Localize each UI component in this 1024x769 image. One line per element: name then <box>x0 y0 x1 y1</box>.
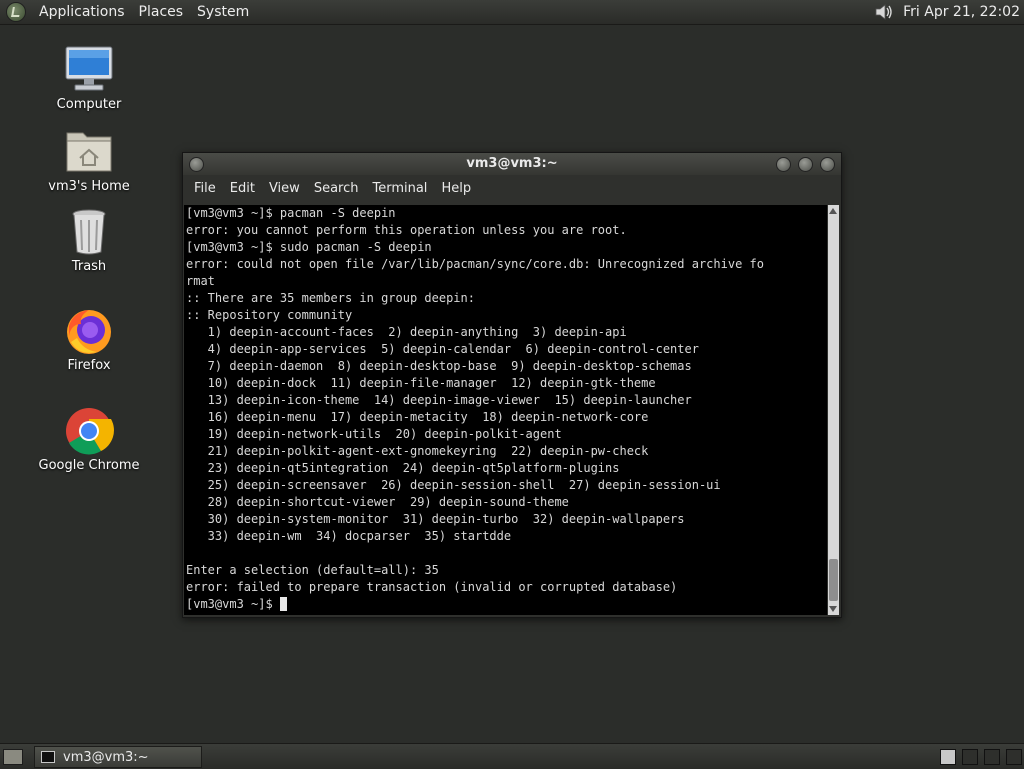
scroll-up-arrow-icon[interactable] <box>829 208 837 214</box>
desktop-icon-home[interactable]: vm3's Home <box>34 127 144 194</box>
terminal-window[interactable]: vm3@vm3:~ File Edit View Search Terminal… <box>182 152 842 618</box>
terminal-line: :: Repository community <box>186 308 353 322</box>
desktop-icon-trash[interactable]: Trash <box>34 207 144 274</box>
volume-icon[interactable] <box>873 2 895 22</box>
desktop-icon-label: Computer <box>56 97 122 112</box>
terminal-line: 19) deepin-network-utils 20) deepin-polk… <box>186 427 562 441</box>
maximize-icon[interactable] <box>798 157 813 172</box>
terminal-output[interactable]: [vm3@vm3 ~]$ pacman -S deepin error: you… <box>184 205 827 615</box>
terminal-line: error: you cannot perform this operation… <box>186 223 627 237</box>
terminal-line: [vm3@vm3 ~]$ pacman -S deepin <box>186 206 396 220</box>
menu-system[interactable]: System <box>190 4 256 20</box>
show-desktop-icon[interactable] <box>3 749 23 765</box>
terminal-line: 21) deepin-polkit-agent-ext-gnomekeyring… <box>186 444 649 458</box>
menu-help[interactable]: Help <box>434 181 478 196</box>
workspace-3[interactable] <box>984 749 1000 765</box>
terminal-line: 23) deepin-qt5integration 24) deepin-qt5… <box>186 461 620 475</box>
scrollbar-thumb[interactable] <box>829 559 838 601</box>
terminal-scrollbar[interactable] <box>828 205 839 615</box>
close-icon[interactable] <box>820 157 835 172</box>
workspace-4[interactable] <box>1006 749 1022 765</box>
home-folder-icon <box>61 127 117 177</box>
taskbar-button-label: vm3@vm3:~ <box>63 749 149 765</box>
workspace-1[interactable] <box>940 749 956 765</box>
top-panel: Applications Places System Fri Apr 21, 2… <box>0 0 1024 25</box>
terminal-line: 4) deepin-app-services 5) deepin-calenda… <box>186 342 699 356</box>
minimize-icon[interactable] <box>776 157 791 172</box>
desktop-icon-label: vm3's Home <box>48 179 130 194</box>
menu-file[interactable]: File <box>187 181 223 196</box>
terminal-line: :: There are 35 members in group deepin: <box>186 291 475 305</box>
terminal-line: 1) deepin-account-faces 2) deepin-anythi… <box>186 325 627 339</box>
terminal-line: 7) deepin-daemon 8) deepin-desktop-base … <box>186 359 692 373</box>
terminal-text: [vm3@vm3 ~]$ pacman -S deepin error: you… <box>184 205 827 613</box>
terminal-line: 33) deepin-wm 34) docparser 35) startdde <box>186 529 512 543</box>
terminal-line: 16) deepin-menu 17) deepin-metacity 18) … <box>186 410 649 424</box>
menu-view[interactable]: View <box>262 181 307 196</box>
window-titlebar[interactable]: vm3@vm3:~ <box>183 153 841 175</box>
distro-logo-icon[interactable] <box>6 2 26 22</box>
terminal-line: 10) deepin-dock 11) deepin-file-manager … <box>186 376 656 390</box>
taskbar-button-terminal[interactable]: vm3@vm3:~ <box>34 746 202 768</box>
desktop-icon-computer[interactable]: Computer <box>34 45 144 112</box>
terminal-line: [vm3@vm3 ~]$ sudo pacman -S deepin <box>186 240 432 254</box>
terminal-line: 13) deepin-icon-theme 14) deepin-image-v… <box>186 393 692 407</box>
computer-icon <box>61 45 117 95</box>
menu-terminal[interactable]: Terminal <box>365 181 434 196</box>
desktop-icon-label: Google Chrome <box>38 458 140 473</box>
terminal-line: error: failed to prepare transaction (in… <box>186 580 678 594</box>
firefox-icon <box>61 306 117 356</box>
menu-applications[interactable]: Applications <box>32 4 132 20</box>
terminal-line: 30) deepin-system-monitor 31) deepin-tur… <box>186 512 685 526</box>
terminal-line: 28) deepin-shortcut-viewer 29) deepin-so… <box>186 495 569 509</box>
menu-search[interactable]: Search <box>307 181 366 196</box>
clock[interactable]: Fri Apr 21, 22:02 <box>903 4 1024 20</box>
bottom-panel: vm3@vm3:~ <box>0 743 1024 769</box>
menu-edit[interactable]: Edit <box>223 181 262 196</box>
window-title: vm3@vm3:~ <box>466 156 558 171</box>
terminal-line: error: could not open file /var/lib/pacm… <box>186 257 764 271</box>
scroll-down-arrow-icon[interactable] <box>829 606 837 612</box>
text-cursor <box>279 597 287 611</box>
workspace-2[interactable] <box>962 749 978 765</box>
desktop-icon-chrome[interactable]: Google Chrome <box>34 406 144 473</box>
desktop-icon-firefox[interactable]: Firefox <box>34 306 144 373</box>
terminal-prompt: [vm3@vm3 ~]$ <box>186 597 280 611</box>
chrome-icon <box>61 406 117 456</box>
desktop-icon-label: Trash <box>71 259 107 274</box>
desktop-icon-label: Firefox <box>67 358 111 373</box>
terminal-line: Enter a selection (default=all): 35 <box>186 563 439 577</box>
menu-places[interactable]: Places <box>132 4 191 20</box>
terminal-menubar: File Edit View Search Terminal Help <box>183 175 841 201</box>
window-menu-icon[interactable] <box>189 157 204 172</box>
trash-icon <box>61 207 117 257</box>
terminal-line: rmat <box>186 274 215 288</box>
terminal-icon <box>41 751 55 763</box>
terminal-line: 25) deepin-screensaver 26) deepin-sessio… <box>186 478 721 492</box>
